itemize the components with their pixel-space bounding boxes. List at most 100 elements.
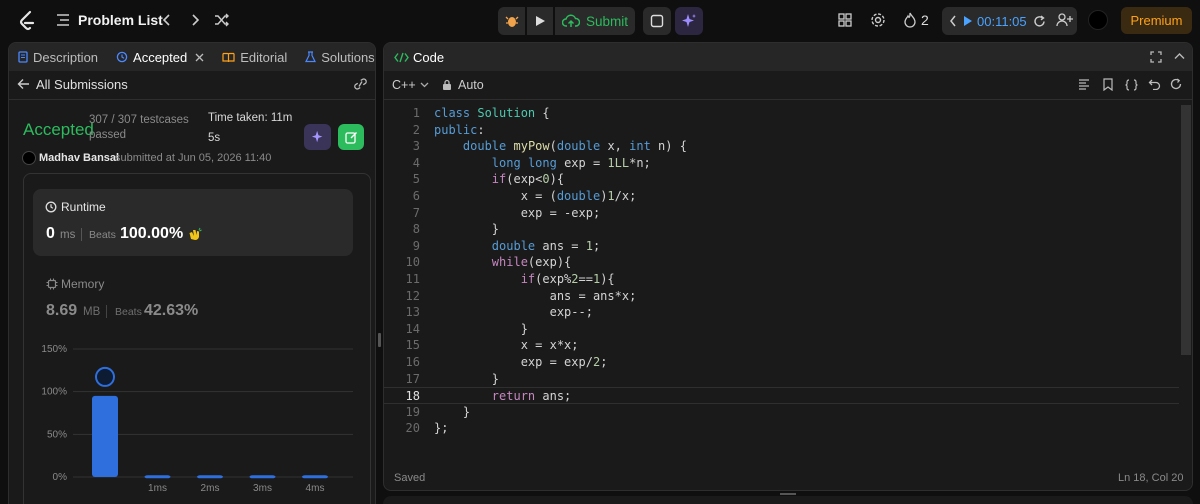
code-title: Code	[413, 49, 445, 65]
premium-button[interactable]: Premium	[1121, 7, 1192, 34]
code-line[interactable]: 10 while(exp){	[384, 254, 1179, 271]
problem-list-link[interactable]: Problem List	[78, 12, 163, 28]
code-line[interactable]: 15 x = x*x;	[384, 337, 1179, 354]
code-line[interactable]: 8 }	[384, 221, 1179, 238]
bookmark-icon[interactable]	[1103, 78, 1113, 91]
settings-gear-icon[interactable]	[870, 12, 886, 28]
memory-unit: MB	[83, 306, 101, 318]
line-number: 8	[412, 222, 420, 237]
timer-value: 00:11:05	[977, 13, 1027, 29]
tab-description[interactable]: Description	[9, 43, 107, 71]
braces-icon[interactable]	[1125, 79, 1138, 91]
reset-icon[interactable]	[1033, 14, 1046, 28]
next-problem-icon[interactable]	[190, 13, 200, 27]
code-line[interactable]: 18 return ans;	[384, 387, 1179, 404]
line-number: 13	[405, 305, 420, 320]
distribution-bar[interactable]	[302, 475, 328, 479]
code-line[interactable]: 19 }	[384, 404, 1179, 421]
y-tick-label: 0%	[53, 472, 68, 483]
code-line[interactable]: 16 exp = exp/2;	[384, 354, 1179, 371]
code-text: exp--;	[434, 305, 593, 320]
code-line[interactable]: 11 if(exp%2==1){	[384, 271, 1179, 288]
undo-icon[interactable]	[1148, 78, 1161, 90]
back-arrow-icon[interactable]	[17, 78, 30, 90]
code-line[interactable]: 13 exp--;	[384, 304, 1179, 321]
top-bar: Problem List Submit 2 00:11:05 Premium	[0, 0, 1200, 40]
submit-label: Submit	[585, 13, 629, 29]
code-line[interactable]: 7 exp = -exp;	[384, 205, 1179, 222]
code-line[interactable]: 2 public:	[384, 122, 1179, 139]
x-tick-label: 3ms	[253, 483, 272, 494]
analyze-button[interactable]	[304, 124, 331, 150]
run-controls: Submit	[498, 7, 635, 35]
code-line[interactable]: 17 }	[384, 371, 1179, 388]
collapse-timer-icon[interactable]	[949, 15, 957, 27]
autocomplete-mode[interactable]: Auto	[458, 78, 484, 92]
code-line[interactable]: 5 if(exp<0){	[384, 171, 1179, 188]
distribution-bar[interactable]	[197, 475, 223, 479]
language-select[interactable]: C++	[392, 78, 416, 92]
horizontal-resize-handle[interactable]	[780, 493, 796, 495]
tab-solutions[interactable]: Solutions	[296, 43, 375, 71]
cursor-position: Ln 18, Col 20	[1118, 472, 1184, 484]
distribution-bar[interactable]	[249, 475, 276, 479]
code-line[interactable]: 4 long long exp = 1LL*n;	[384, 155, 1179, 172]
editor-scrollbar[interactable]	[1181, 105, 1191, 355]
reset-code-icon[interactable]	[1170, 78, 1182, 90]
leetcode-logo-icon[interactable]	[16, 10, 38, 32]
shuffle-icon[interactable]	[214, 13, 230, 27]
code-line[interactable]: 12 ans = ans*x;	[384, 288, 1179, 305]
chevron-down-icon[interactable]	[420, 82, 429, 88]
code-line[interactable]: 20};	[384, 420, 1179, 437]
ai-assist-button[interactable]	[675, 7, 703, 35]
add-user-icon[interactable]	[1056, 12, 1073, 28]
code-text: x = x*x;	[434, 338, 579, 353]
code-text: return ans;	[491, 389, 572, 404]
time-taken-seconds: 5s	[208, 132, 221, 144]
line-number: 16	[405, 355, 420, 369]
code-line[interactable]: 1 class Solution {	[384, 105, 1179, 122]
line-number: 1	[412, 106, 420, 120]
runtime-card[interactable]: Runtime 0 ms Beats 100.00%	[33, 189, 353, 256]
code-text: if(exp%2==1){	[520, 272, 615, 286]
streak-fire-icon[interactable]	[903, 12, 917, 28]
code-text: while(exp){	[491, 255, 572, 270]
vertical-resize-handle[interactable]	[378, 333, 381, 347]
divider	[9, 99, 375, 100]
distribution-bar[interactable]	[144, 475, 171, 479]
maximize-icon[interactable]	[1150, 51, 1162, 63]
close-tab-icon[interactable]	[195, 53, 204, 62]
code-brackets-icon	[394, 52, 409, 63]
code-line[interactable]: 14 }	[384, 321, 1179, 338]
your-submission-marker[interactable]	[95, 366, 115, 387]
chevron-up-icon[interactable]	[1174, 52, 1185, 60]
format-icon[interactable]	[1078, 79, 1090, 90]
list-icon	[56, 13, 70, 27]
play-icon	[534, 15, 546, 27]
author-avatar[interactable]	[22, 151, 36, 165]
memory-beats-label: Beats	[115, 306, 142, 318]
timer-play-icon[interactable]	[963, 15, 973, 27]
code-line[interactable]: 3 double myPow(double x, int n) {	[384, 138, 1179, 155]
divider	[106, 305, 107, 318]
submit-button[interactable]: Submit	[555, 7, 635, 35]
code-text: }	[434, 222, 500, 237]
testcase-panel[interactable]	[383, 496, 1193, 504]
debug-button[interactable]	[498, 7, 525, 35]
run-button[interactable]	[527, 7, 553, 35]
runtime-distribution-chart[interactable]: 0% 50% 100% 150% 1ms 2ms 3ms 4ms	[9, 333, 376, 504]
code-text: x = (double)1/x;	[434, 189, 637, 203]
prev-problem-icon[interactable]	[162, 13, 172, 27]
notes-button[interactable]	[643, 7, 671, 35]
avatar[interactable]	[1088, 10, 1108, 30]
link-icon[interactable]	[353, 78, 368, 90]
code-line[interactable]: 6 x = (double)1/x;	[384, 188, 1179, 205]
distribution-bar[interactable]	[92, 395, 118, 477]
code-line[interactable]: 9 double ans = 1;	[384, 238, 1179, 255]
edit-note-button[interactable]	[338, 124, 364, 150]
tab-accepted[interactable]: Accepted	[107, 43, 213, 71]
tab-editorial[interactable]: Editorial	[213, 43, 296, 71]
layout-icon[interactable]	[838, 13, 852, 27]
author-name[interactable]: Madhav Bansal	[39, 152, 119, 164]
all-submissions-link[interactable]: All Submissions	[36, 77, 128, 92]
